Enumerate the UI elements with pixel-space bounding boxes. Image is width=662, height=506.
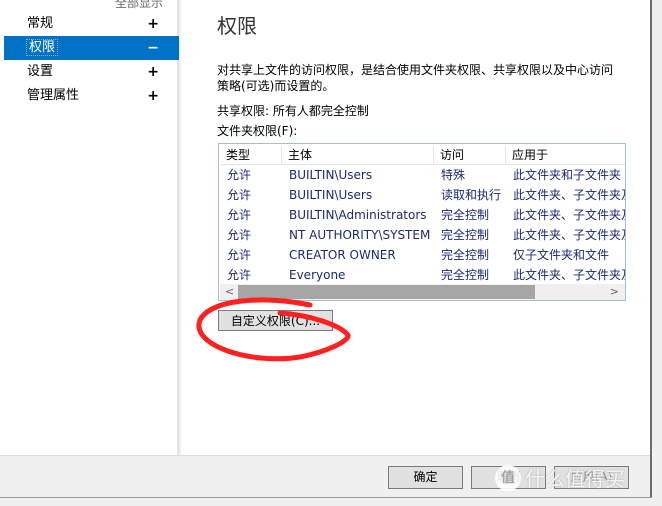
expand-icon[interactable]: + bbox=[147, 12, 159, 36]
table-cell: 允许 bbox=[227, 188, 252, 202]
table-row[interactable]: 允许 BUILTIN\Administrators 完全控制 此文件夹、子文件夹及 bbox=[220, 205, 625, 225]
column-header-type[interactable]: 类型 bbox=[220, 145, 282, 164]
sidebar-item-settings[interactable]: 设置 + bbox=[4, 60, 179, 84]
window-border bbox=[650, 0, 652, 498]
sidebar-item-label: 设置 bbox=[27, 64, 54, 79]
table-cell: BUILTIN\Users bbox=[289, 168, 373, 182]
sidebar-item-permissions[interactable]: 权限 − bbox=[4, 36, 179, 60]
table-cell: NT AUTHORITY\SYSTEM bbox=[289, 228, 431, 242]
table-cell: 此文件夹和子文件夹 bbox=[513, 168, 622, 182]
table-cell: 此文件夹、子文件夹及 bbox=[513, 228, 626, 242]
red-annotation-circle bbox=[196, 297, 351, 362]
table-cell: 特殊 bbox=[441, 168, 466, 182]
table-row[interactable]: 允许 BUILTIN\Users 特殊 此文件夹和子文件夹 bbox=[220, 165, 625, 185]
table-cell: 此文件夹、子文件夹及 bbox=[513, 208, 626, 222]
table-cell: 读取和执行 bbox=[441, 188, 502, 202]
table-row[interactable]: 允许 BUILTIN\Users 读取和执行 此文件夹、子文件夹及 bbox=[220, 185, 625, 205]
column-header-applies-to[interactable]: 应用于 bbox=[506, 145, 625, 164]
expand-icon[interactable]: + bbox=[147, 60, 159, 84]
table-cell: Everyone bbox=[289, 268, 346, 282]
watermark-icon: 值 bbox=[495, 464, 521, 491]
permissions-table[interactable]: 类型 主体 访问 应用于 允许 BUILTIN\Users 特殊 此文件夹和子文件夹允… bbox=[218, 143, 626, 301]
scroll-right-icon[interactable]: > bbox=[610, 284, 619, 300]
sidebar-item-label: 管理属性 bbox=[27, 88, 80, 103]
table-row[interactable]: 允许 NT AUTHORITY\SYSTEM 完全控制 此文件夹、子文件夹及 bbox=[220, 225, 625, 245]
table-row[interactable]: 允许 CREATOR OWNER 完全控制 仅子文件夹和文件 bbox=[220, 245, 625, 265]
table-cell: 完全控制 bbox=[441, 248, 490, 262]
main-panel: 权限 对共享上文件的访问权限，是结合使用文件夹权限、共享权限以及中心访问策略(可… bbox=[181, 0, 650, 455]
description: 对共享上文件的访问权限，是结合使用文件夹权限、共享权限以及中心访问策略(可选)而… bbox=[217, 63, 614, 93]
folder-permissions-label: 文件夹权限(F): bbox=[217, 124, 298, 138]
table-cell: 允许 bbox=[227, 228, 252, 242]
table-cell: CREATOR OWNER bbox=[289, 248, 396, 262]
column-header-principal[interactable]: 主体 bbox=[282, 145, 434, 164]
table-cell: 此文件夹、子文件夹及 bbox=[513, 268, 626, 282]
table-header: 类型 主体 访问 应用于 bbox=[220, 145, 625, 165]
sidebar-item-general[interactable]: 常规 + bbox=[4, 12, 179, 36]
sidebar-item-label: 常规 bbox=[27, 16, 54, 31]
column-header-access[interactable]: 访问 bbox=[434, 145, 506, 164]
sidebar-item-management-properties[interactable]: 管理属性 + bbox=[4, 84, 179, 108]
table-cell: 允许 bbox=[227, 168, 252, 182]
table-cell: 允许 bbox=[227, 208, 252, 222]
sidebar-item-label: 权限 bbox=[25, 39, 59, 56]
table-cell: 仅子文件夹和文件 bbox=[513, 248, 610, 262]
watermark-text: 什么值得买 bbox=[525, 467, 625, 491]
table-cell: 允许 bbox=[227, 268, 252, 282]
table-cell: 完全控制 bbox=[441, 208, 490, 222]
table-cell: BUILTIN\Administrators bbox=[289, 208, 427, 222]
page-title: 权限 bbox=[217, 14, 257, 38]
table-cell: 完全控制 bbox=[441, 228, 490, 242]
table-row[interactable]: 允许 Everyone 完全控制 此文件夹、子文件夹及 bbox=[220, 265, 625, 285]
sidebar: 全部显示 常规 + 权限 − 设置 + 管理属性 + bbox=[0, 0, 179, 455]
collapse-icon[interactable]: − bbox=[147, 36, 159, 60]
expand-icon[interactable]: + bbox=[147, 84, 159, 108]
table-cell: 完全控制 bbox=[441, 268, 490, 282]
table-cell: 允许 bbox=[227, 248, 252, 262]
show-all-link[interactable]: 全部显示 bbox=[115, 0, 163, 11]
watermark-logo: 值什么值得买 bbox=[495, 463, 625, 492]
ok-button[interactable]: 确定 bbox=[388, 466, 463, 489]
table-cell: BUILTIN\Users bbox=[289, 188, 373, 202]
table-cell: 此文件夹、子文件夹及 bbox=[513, 188, 626, 202]
share-permissions: 共享权限: 所有人都完全控制 bbox=[217, 104, 369, 118]
divider bbox=[0, 497, 652, 498]
